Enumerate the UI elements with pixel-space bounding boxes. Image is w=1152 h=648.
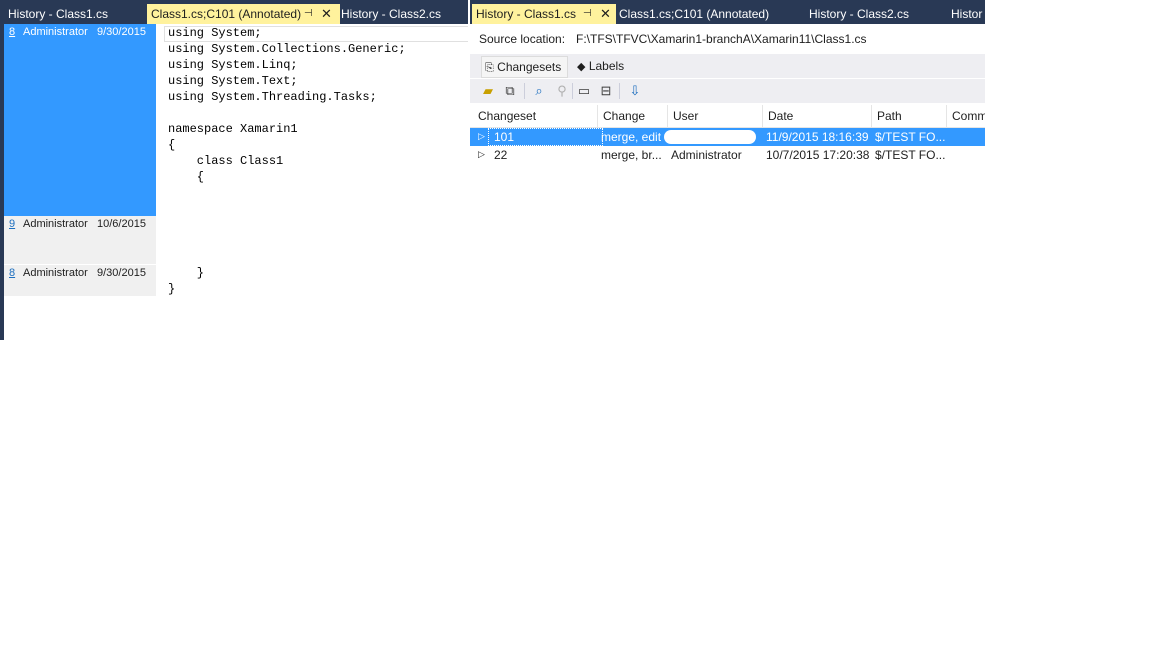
annotation-date: 9/30/2015 bbox=[97, 26, 146, 38]
column-header-change[interactable]: Change bbox=[603, 109, 645, 123]
source-location-label: Source location: bbox=[479, 32, 566, 46]
column-divider[interactable] bbox=[946, 105, 947, 127]
source-location-bar: Source location: F:\TFS\TFVC\Xamarin1-br… bbox=[470, 26, 985, 50]
annotation-user: Administrator bbox=[23, 26, 88, 38]
subtab-label: Changesets bbox=[497, 60, 562, 74]
column-divider[interactable] bbox=[667, 105, 668, 127]
table-row[interactable]: ▷ 101 merge, edit 11/9/2015 18:16:39 $/T… bbox=[470, 128, 985, 146]
search-icon[interactable]: ⚲ bbox=[553, 82, 571, 100]
annotation-block[interactable]: 8 Administrator 9/30/2015 bbox=[4, 24, 156, 216]
tab-history-class1[interactable]: History - Class1.cs bbox=[4, 4, 148, 24]
toolbar-separator bbox=[524, 83, 525, 99]
tab-label: History - Class1.cs bbox=[476, 7, 577, 21]
column-divider[interactable] bbox=[871, 105, 872, 127]
tab-label: History - Class1.cs bbox=[8, 7, 109, 21]
tab-history-class2[interactable]: History - Class2.cs bbox=[337, 4, 468, 24]
expand-arrow-icon[interactable]: ▷ bbox=[478, 131, 485, 142]
table-row[interactable]: ▷ 22 merge, br... Administrator 10/7/201… bbox=[470, 146, 985, 164]
annotation-date: 9/30/2015 bbox=[97, 267, 146, 279]
tab-label: Class1.cs;C101 (Annotated) bbox=[619, 7, 770, 21]
tab-history-class1[interactable]: History - Class1.cs ⊣ ✕ bbox=[472, 4, 616, 24]
close-icon[interactable]: ✕ bbox=[321, 4, 332, 24]
annotated-editor-pane: History - Class1.cs Class1.cs;C101 (Anno… bbox=[4, 0, 468, 340]
tab-labels[interactable]: ◆ Labels bbox=[574, 56, 637, 76]
tab-label: History - Class2.cs bbox=[809, 7, 910, 21]
cell-path: $/TEST FO... bbox=[875, 148, 945, 162]
annotation-user: Administrator bbox=[23, 218, 88, 230]
cell-date: 10/7/2015 17:20:38 bbox=[766, 148, 870, 162]
tab-label: History - Class2.cs bbox=[341, 7, 442, 21]
annotation-margin: 8 Administrator 9/30/2015 9 Administrato… bbox=[4, 24, 156, 296]
annotation-block[interactable]: 9 Administrator 10/6/2015 bbox=[4, 216, 156, 264]
changesets-icon: ⎘ bbox=[485, 62, 494, 74]
history-subtabs: ⎘ Changesets ◆ Labels bbox=[470, 54, 985, 78]
expand-arrow-icon[interactable]: ▷ bbox=[478, 149, 485, 160]
track-changeset-icon[interactable]: ⌕ bbox=[530, 82, 548, 100]
cell-change: merge, edit bbox=[601, 130, 662, 144]
redacted-user bbox=[664, 130, 756, 144]
open-folder-icon[interactable]: ▰ bbox=[479, 82, 497, 100]
column-header-changeset[interactable]: Changeset bbox=[478, 109, 536, 123]
left-tab-strip: History - Class1.cs Class1.cs;C101 (Anno… bbox=[4, 0, 468, 24]
close-icon[interactable]: ✕ bbox=[600, 4, 611, 24]
column-header-path[interactable]: Path bbox=[877, 109, 902, 123]
changeset-link[interactable]: 8 bbox=[9, 267, 15, 279]
annotation-date: 10/6/2015 bbox=[97, 218, 146, 230]
code-block-changeset-8[interactable]: using System; using System.Collections.G… bbox=[168, 25, 406, 185]
history-toolbar: ▰ ⧉ ⌕ ⚲ ▭ ⊟ ⇩ bbox=[470, 79, 985, 103]
pin-icon[interactable]: ⊣ bbox=[583, 4, 592, 24]
code-block-closing[interactable]: } } bbox=[168, 265, 204, 297]
pin-icon[interactable]: ⊣ bbox=[304, 4, 313, 24]
right-tab-strip: History - Class1.cs ⊣ ✕ Class1.cs;C101 (… bbox=[470, 0, 985, 24]
get-version-icon[interactable]: ⇩ bbox=[626, 82, 644, 100]
tab-label: Histor bbox=[951, 7, 983, 21]
cell-changeset: 22 bbox=[494, 148, 508, 162]
cell-change: merge, br... bbox=[601, 148, 662, 162]
cell-date: 11/9/2015 18:16:39 bbox=[766, 130, 869, 144]
source-location-value[interactable]: F:\TFS\TFVC\Xamarin1-branchA\Xamarin11\C… bbox=[576, 32, 867, 46]
annotation-block[interactable]: 8 Administrator 9/30/2015 bbox=[4, 264, 156, 297]
cell-path: $/TEST FO... bbox=[875, 130, 945, 144]
comment-icon[interactable]: ▭ bbox=[575, 82, 593, 100]
column-header-user[interactable]: User bbox=[673, 109, 698, 123]
toolbar-separator bbox=[572, 83, 573, 99]
column-divider[interactable] bbox=[762, 105, 763, 127]
changeset-link[interactable]: 9 bbox=[9, 218, 15, 230]
history-pane: History - Class1.cs ⊣ ✕ Class1.cs;C101 (… bbox=[470, 0, 985, 201]
column-header-date[interactable]: Date bbox=[768, 109, 793, 123]
tab-class1-annotated[interactable]: Class1.cs;C101 (Annotated) bbox=[615, 4, 799, 24]
annotate-icon[interactable]: ⊟ bbox=[597, 82, 615, 100]
column-header-comment[interactable]: Comm bbox=[952, 109, 985, 123]
compare-icon[interactable]: ⧉ bbox=[501, 82, 519, 100]
tab-class1-annotated[interactable]: Class1.cs;C101 (Annotated) ⊣ ✕ bbox=[147, 4, 340, 24]
changeset-link[interactable]: 8 bbox=[9, 26, 15, 38]
cell-user: Administrator bbox=[671, 148, 742, 162]
column-divider[interactable] bbox=[597, 105, 598, 127]
grid-header: Changeset Change User Date Path Comm bbox=[470, 105, 985, 128]
tab-changesets[interactable]: ⎘ Changesets bbox=[481, 56, 568, 78]
toolbar-separator bbox=[619, 83, 620, 99]
tab-history-class2[interactable]: History - Class2.cs bbox=[805, 4, 949, 24]
tab-label: Class1.cs;C101 (Annotated) bbox=[151, 7, 302, 21]
cell-changeset: 101 bbox=[488, 128, 603, 146]
tab-history-overflow[interactable]: Histor bbox=[947, 4, 985, 24]
subtab-label: Labels bbox=[588, 59, 625, 73]
annotation-user: Administrator bbox=[23, 267, 88, 279]
label-tag-icon: ◆ bbox=[577, 61, 586, 73]
